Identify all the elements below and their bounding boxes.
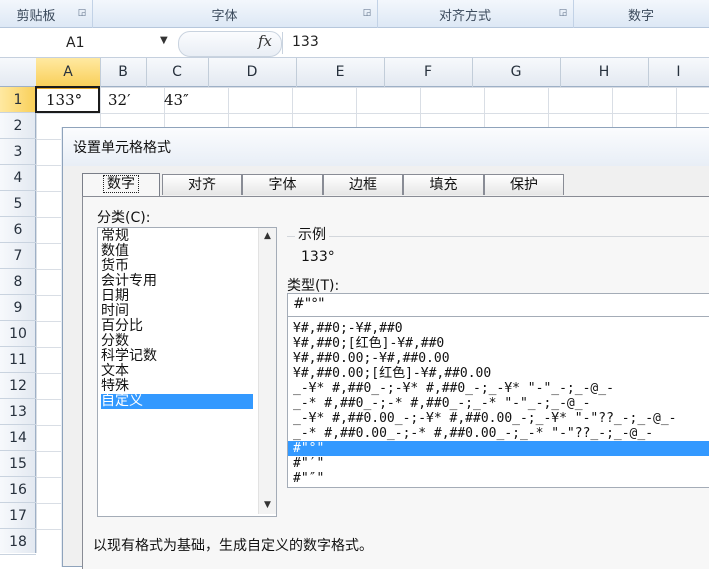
column-header[interactable]: D: [208, 58, 297, 87]
list-item[interactable]: ¥#,##0.00;-¥#,##0.00: [288, 351, 709, 366]
column-headers: A B C D E F G H I: [0, 58, 709, 89]
dialog-launcher-icon[interactable]: ◲: [77, 8, 87, 18]
column-header[interactable]: A: [36, 58, 101, 89]
dialog-title: 设置单元格格式: [73, 140, 171, 156]
ribbon-group-label: 剪贴板: [16, 9, 56, 24]
scroll-up-icon[interactable]: ▲: [259, 229, 276, 244]
row-header[interactable]: 8: [0, 269, 36, 295]
list-item[interactable]: 分数: [101, 334, 253, 349]
list-item[interactable]: ¥#,##0;[红色]-¥#,##0: [288, 336, 709, 351]
formula-input[interactable]: 133: [292, 34, 319, 50]
list-item[interactable]: 百分比: [101, 319, 253, 334]
list-item[interactable]: 数值: [101, 244, 253, 259]
row-header[interactable]: 16: [0, 477, 36, 503]
format-code-list[interactable]: ¥#,##0;-¥#,##0 ¥#,##0;[红色]-¥#,##0 ¥#,##0…: [287, 316, 709, 488]
list-item[interactable]: 时间: [101, 304, 253, 319]
ribbon-group-label: 对齐方式: [438, 9, 491, 24]
column-header[interactable]: I: [648, 58, 709, 87]
ribbon-group-clipboard: 剪贴板 ◲: [0, 0, 93, 28]
ribbon-group-bar: 剪贴板 ◲ 字体 ◲ 对齐方式 ◲ 数字: [0, 0, 709, 28]
sample-value: 133°: [301, 249, 335, 265]
dialog-titlebar[interactable]: 设置单元格格式: [63, 128, 709, 166]
row-header[interactable]: 5: [0, 191, 36, 217]
list-item[interactable]: 科学记数: [101, 349, 253, 364]
row-header[interactable]: 4: [0, 165, 36, 191]
tab-number[interactable]: 数字: [82, 173, 160, 196]
sample-groupbox: [287, 236, 709, 275]
category-list[interactable]: 常规 数值 货币 会计专用 日期 时间 百分比 分数 科学记数 文本 特殊 自定…: [97, 227, 277, 517]
chevron-down-icon[interactable]: ▼: [160, 35, 168, 46]
list-item[interactable]: ¥#,##0.00;[红色]-¥#,##0.00: [288, 366, 709, 381]
format-description: 以现有格式为基础，生成自定义的数字格式。: [93, 538, 373, 554]
ribbon-group-number: 数字: [573, 0, 709, 28]
divider: [282, 32, 283, 54]
type-label: 类型(T):: [287, 278, 340, 294]
dialog-launcher-icon[interactable]: ◲: [558, 8, 568, 18]
row-header[interactable]: 9: [0, 295, 36, 321]
list-item[interactable]: _-* #,##0.00_-;-* #,##0.00_-;_-* "-"??_-…: [288, 426, 709, 441]
row-header[interactable]: 7: [0, 243, 36, 269]
sample-label: 示例: [295, 224, 329, 244]
tab-label: 数字: [103, 175, 139, 193]
list-item[interactable]: ¥#,##0;-¥#,##0: [288, 321, 709, 336]
tab-fill[interactable]: 填充: [403, 174, 484, 195]
list-item[interactable]: _-* #,##0_-;-* #,##0_-;_-* "-"_-;_-@_-: [288, 396, 709, 411]
column-header[interactable]: H: [560, 58, 649, 87]
ribbon-group-font: 字体 ◲: [92, 0, 378, 28]
list-item[interactable]: _-¥* #,##0_-;-¥* #,##0_-;_-¥* "-"_-;_-@_…: [288, 381, 709, 396]
list-item[interactable]: 文本: [101, 364, 253, 379]
column-header[interactable]: C: [146, 58, 209, 87]
list-item[interactable]: _-¥* #,##0.00_-;-¥* #,##0.00_-;_-¥* "-"?…: [288, 411, 709, 426]
row-header[interactable]: 18: [0, 529, 36, 555]
row-header[interactable]: 14: [0, 425, 36, 451]
list-item-selected[interactable]: 自定义: [101, 394, 253, 409]
row-header[interactable]: 6: [0, 217, 36, 243]
list-item[interactable]: 会计专用: [101, 274, 253, 289]
tab-protection[interactable]: 保护: [484, 174, 564, 195]
column-header[interactable]: F: [384, 58, 473, 87]
row-header[interactable]: 12: [0, 373, 36, 399]
row-header[interactable]: 13: [0, 399, 36, 425]
row-header[interactable]: 2: [0, 113, 36, 139]
tab-alignment[interactable]: 对齐: [162, 174, 242, 195]
active-cell-border: [35, 86, 100, 113]
format-cells-dialog: 设置单元格格式 数字 对齐 字体 边框 填充 保护 分类(C): 常规 数值 货…: [62, 127, 709, 569]
column-header[interactable]: G: [472, 58, 561, 87]
list-item[interactable]: #"″": [288, 471, 709, 486]
cell-b1[interactable]: 32′: [108, 89, 131, 111]
ribbon-group-alignment: 对齐方式 ◲: [377, 0, 574, 28]
list-item[interactable]: 常规: [101, 229, 253, 244]
insert-function-icon[interactable]: fx: [258, 32, 272, 50]
row-header[interactable]: 3: [0, 139, 36, 165]
row-header[interactable]: 11: [0, 347, 36, 373]
scroll-down-icon[interactable]: ▼: [259, 498, 276, 513]
column-header[interactable]: E: [296, 58, 385, 87]
select-all-corner[interactable]: [0, 58, 37, 87]
tab-border[interactable]: 边框: [323, 174, 403, 195]
list-item-selected[interactable]: #"°": [288, 441, 709, 456]
list-item[interactable]: 日期: [101, 289, 253, 304]
row-header[interactable]: 17: [0, 503, 36, 529]
formula-bar: A1 ▼ fx 133: [0, 28, 709, 58]
row-headers: 1 2 3 4 5 6 7 8 9 10 11 12 13 14 15 16 1…: [0, 87, 36, 555]
list-item[interactable]: #"′": [288, 456, 709, 471]
type-input[interactable]: #"°": [287, 293, 709, 317]
row-header[interactable]: 10: [0, 321, 36, 347]
scrollbar[interactable]: ▲ ▼: [258, 228, 276, 514]
dialog-launcher-icon[interactable]: ◲: [362, 8, 372, 18]
row-header[interactable]: 15: [0, 451, 36, 477]
cell-c1[interactable]: 43″: [164, 89, 189, 111]
list-item[interactable]: 货币: [101, 259, 253, 274]
category-label: 分类(C):: [97, 210, 151, 226]
row-header[interactable]: 1: [0, 87, 36, 113]
tab-font[interactable]: 字体: [242, 174, 323, 195]
column-header[interactable]: B: [100, 58, 147, 87]
list-item[interactable]: 特殊: [101, 379, 253, 394]
ribbon-group-label: 数字: [627, 9, 654, 24]
ribbon-group-label: 字体: [211, 9, 238, 24]
